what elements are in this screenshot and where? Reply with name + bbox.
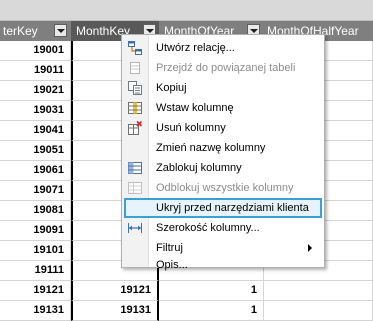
column-header-terkey[interactable]: terKey bbox=[0, 21, 71, 41]
copy-icon bbox=[128, 81, 142, 95]
menu-item-label: Opis... bbox=[156, 259, 188, 271]
cell[interactable] bbox=[264, 301, 373, 321]
menu-item-create-relationship[interactable]: Utwórz relację... bbox=[124, 38, 322, 58]
menu-item-label: Zablokuj kolumny bbox=[156, 162, 242, 174]
menu-item-label: Usuń kolumny bbox=[156, 122, 226, 134]
table-row: 19131 19131 1 bbox=[0, 301, 373, 321]
cell[interactable]: 19011 bbox=[0, 61, 71, 81]
menu-item-column-width[interactable]: Szerokość kolumny... bbox=[124, 218, 322, 238]
table-toolbar-strip bbox=[0, 0, 373, 21]
menu-item-filter[interactable]: Filtruj bbox=[124, 238, 322, 258]
menu-item-label: Zmień nazwę kolumny bbox=[156, 142, 266, 154]
unfreeze-columns-icon bbox=[128, 181, 142, 195]
related-table-icon bbox=[128, 61, 142, 75]
submenu-arrow-icon bbox=[308, 244, 312, 252]
cell[interactable]: 1 bbox=[159, 281, 264, 301]
cell[interactable]: 19061 bbox=[0, 161, 71, 181]
cell[interactable]: 19111 bbox=[0, 261, 71, 281]
cell[interactable]: 19031 bbox=[0, 101, 71, 121]
menu-item-rename-column[interactable]: Zmień nazwę kolumny bbox=[124, 138, 322, 158]
cell[interactable]: 19131 bbox=[71, 301, 159, 321]
cell[interactable]: 19021 bbox=[0, 81, 71, 101]
menu-item-delete-columns[interactable]: Usuń kolumny bbox=[124, 118, 322, 138]
menu-item-label: Utwórz relację... bbox=[156, 42, 235, 54]
menu-item-freeze-columns[interactable]: Zablokuj kolumny bbox=[124, 158, 322, 178]
menu-item-label: Szerokość kolumny... bbox=[156, 222, 260, 234]
cell[interactable]: 19051 bbox=[0, 141, 71, 161]
table-row: 19121 19121 1 bbox=[0, 281, 373, 301]
menu-item-copy[interactable]: Kopiuj bbox=[124, 78, 322, 98]
menu-item-label: Odblokuj wszystkie kolumny bbox=[156, 182, 294, 194]
menu-item-unfreeze-all-columns[interactable]: Odblokuj wszystkie kolumny bbox=[124, 178, 322, 198]
cell[interactable]: 19121 bbox=[0, 281, 71, 301]
column-width-icon bbox=[128, 221, 142, 235]
cell[interactable] bbox=[264, 281, 373, 301]
column-context-menu: Utwórz relację... Przejdź do powiązanej … bbox=[121, 34, 325, 271]
column-header-label: terKey bbox=[3, 24, 38, 38]
create-relationship-icon bbox=[128, 41, 142, 55]
cell[interactable]: 19071 bbox=[0, 181, 71, 201]
insert-column-icon bbox=[128, 101, 142, 115]
menu-item-hide-from-client-tools[interactable]: Ukryj przed narzędziami klienta bbox=[124, 198, 322, 218]
cell[interactable]: 19081 bbox=[0, 201, 71, 221]
menu-item-label: Kopiuj bbox=[156, 82, 187, 94]
filter-dropdown-button[interactable] bbox=[54, 24, 67, 37]
menu-item-description[interactable]: Opis... bbox=[124, 257, 322, 271]
menu-item-label: Wstaw kolumnę bbox=[156, 102, 234, 114]
menu-item-label: Przejdź do powiązanej tabeli bbox=[156, 62, 296, 74]
cell[interactable]: 19101 bbox=[0, 241, 71, 261]
cell[interactable]: 19091 bbox=[0, 221, 71, 241]
menu-item-go-to-related-table[interactable]: Przejdź do powiązanej tabeli bbox=[124, 58, 322, 78]
delete-column-icon bbox=[128, 120, 143, 135]
cell[interactable]: 1 bbox=[159, 301, 264, 321]
cell[interactable]: 19001 bbox=[0, 41, 71, 61]
freeze-columns-icon bbox=[128, 161, 142, 175]
cell[interactable]: 19041 bbox=[0, 121, 71, 141]
cell[interactable]: 19121 bbox=[71, 281, 159, 301]
menu-item-label: Ukryj przed narzędziami klienta bbox=[156, 202, 309, 214]
cell[interactable]: 19131 bbox=[0, 301, 71, 321]
menu-item-insert-column[interactable]: Wstaw kolumnę bbox=[124, 98, 322, 118]
